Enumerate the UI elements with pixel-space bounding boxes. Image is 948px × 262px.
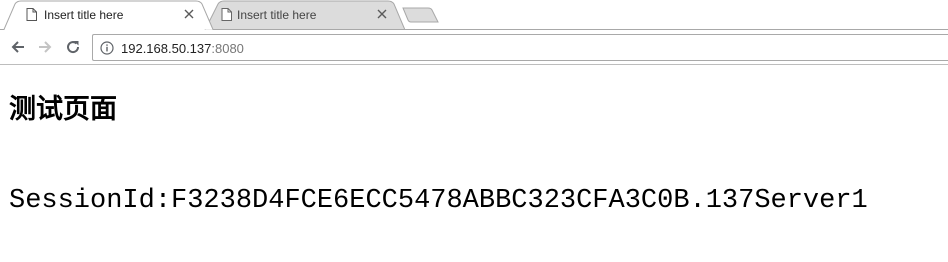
url-port: :8080 xyxy=(211,41,244,56)
toolbar: 192.168.50.137:8080 xyxy=(0,30,948,65)
url-text[interactable]: 192.168.50.137:8080 xyxy=(121,41,244,56)
session-id-line: SessionId:F3238D4FCE6ECC5478ABBC323CFA3C… xyxy=(9,186,868,216)
browser-window: Insert title here Insert title here 192.… xyxy=(0,0,948,262)
session-id-label: SessionId: xyxy=(9,186,172,216)
reload-icon xyxy=(67,41,80,54)
close-icon[interactable] xyxy=(375,7,389,21)
new-tab-button[interactable] xyxy=(398,6,438,24)
tab-2-close-glyph xyxy=(377,9,387,19)
page-content: 测试页面 SessionId:F3238D4FCE6ECC5478ABBC323… xyxy=(0,66,948,262)
address-bar[interactable]: 192.168.50.137:8080 xyxy=(92,34,948,61)
close-icon[interactable] xyxy=(182,7,196,21)
info-icon[interactable] xyxy=(100,41,114,55)
tab-strip: Insert title here Insert title here xyxy=(0,0,948,30)
document-icon xyxy=(26,8,37,21)
tab-1[interactable]: Insert title here xyxy=(0,0,212,30)
reload-button[interactable] xyxy=(62,37,84,57)
arrow-left-icon xyxy=(11,41,24,53)
session-id-value: F3238D4FCE6ECC5478ABBC323CFA3C0B.137Serv… xyxy=(171,186,868,216)
back-button[interactable] xyxy=(7,37,29,57)
forward-button[interactable] xyxy=(34,37,56,57)
tab-2-title: Insert title here xyxy=(237,8,317,22)
page-heading: 测试页面 xyxy=(9,94,117,125)
tab-2[interactable]: Insert title here xyxy=(205,0,405,30)
arrow-right-icon xyxy=(39,41,52,53)
tab-1-title: Insert title here xyxy=(44,8,124,22)
document-icon xyxy=(221,8,232,21)
url-host: 192.168.50.137 xyxy=(121,41,212,56)
tab-1-close-glyph xyxy=(184,9,194,19)
